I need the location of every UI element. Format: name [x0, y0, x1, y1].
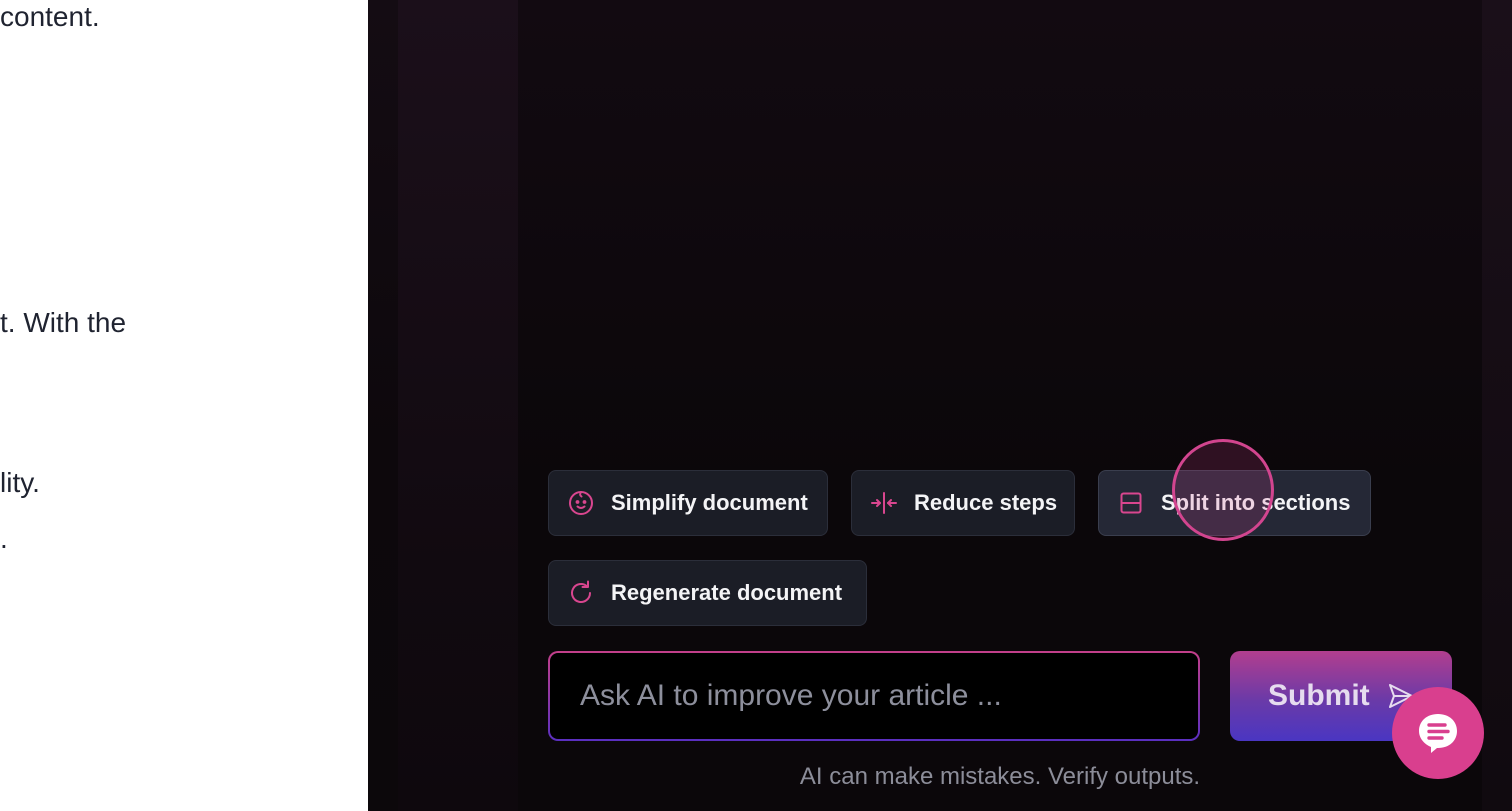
panel-right-rail [1482, 0, 1512, 811]
submit-label: Submit [1268, 679, 1370, 712]
baby-face-icon [567, 489, 595, 517]
chat-widget-button[interactable] [1392, 687, 1484, 779]
reduce-steps-button[interactable]: Reduce steps [851, 470, 1075, 536]
split-rows-icon [1117, 489, 1145, 517]
regenerate-document-button[interactable]: Regenerate document [548, 560, 867, 626]
document-text-line: . [0, 523, 8, 554]
chip-label: Split into sections [1161, 490, 1351, 515]
prompt-input-wrapper [548, 651, 1200, 741]
chip-label: Regenerate document [611, 580, 843, 605]
document-pane: content. t. With the lity. . [0, 0, 368, 811]
refresh-icon [567, 579, 595, 607]
document-text-line: lity. [0, 467, 40, 498]
document-text-line: content. [0, 1, 100, 32]
ai-disclaimer: AI can make mistakes. Verify outputs. [799, 763, 1201, 790]
chat-bubble-icon [1415, 710, 1461, 756]
split-into-sections-button[interactable]: Split into sections [1098, 470, 1371, 536]
compress-horizontal-icon [870, 489, 898, 517]
simplify-document-button[interactable]: Simplify document [548, 470, 828, 536]
chip-label: Simplify document [611, 490, 808, 515]
document-text-line: t. With the [0, 307, 127, 338]
prompt-input[interactable] [550, 653, 1198, 739]
chip-label: Reduce steps [914, 490, 1058, 515]
panel-left-rail [398, 0, 518, 811]
